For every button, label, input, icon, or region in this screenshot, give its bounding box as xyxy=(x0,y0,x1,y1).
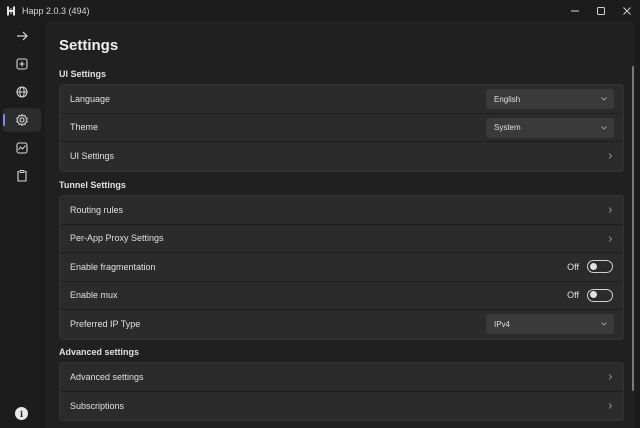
globe-icon xyxy=(16,86,28,98)
language-value: English xyxy=(494,94,521,104)
maximize-button[interactable] xyxy=(588,0,614,21)
close-icon xyxy=(623,6,631,15)
clipboard-icon xyxy=(17,170,27,182)
chevron-right-icon xyxy=(608,153,613,159)
toggle-knob xyxy=(590,262,597,270)
chevron-right-icon xyxy=(608,235,613,242)
mux-label: Enable mux xyxy=(70,290,118,301)
subscriptions-label: Subscriptions xyxy=(70,400,125,411)
mux-toggle[interactable] xyxy=(587,288,613,302)
info-button[interactable]: i xyxy=(15,407,28,420)
minimize-icon xyxy=(571,10,579,11)
theme-value: System xyxy=(494,123,521,132)
sidebar-item-settings[interactable] xyxy=(3,108,41,132)
title-bar: Happ 2.0.3 (494) xyxy=(0,0,640,21)
advanced-settings-card: Advanced settings Subscriptions xyxy=(59,362,624,421)
routing-rules-label: Routing rules xyxy=(70,204,124,215)
chevron-down-icon xyxy=(601,97,607,101)
minimize-button[interactable] xyxy=(562,0,588,21)
language-select[interactable]: English xyxy=(486,89,614,109)
advanced-settings-row[interactable]: Advanced settings xyxy=(60,363,623,392)
sidebar-item-clipboard[interactable] xyxy=(3,164,41,188)
toggle-knob xyxy=(590,291,597,298)
page-title: Settings xyxy=(59,37,119,54)
maximize-icon xyxy=(597,6,605,15)
app-window: Happ 2.0.3 (494) i Settings UI Settings … xyxy=(0,0,640,428)
advanced-settings-label: Advanced settings xyxy=(70,371,144,382)
chevron-down-icon xyxy=(601,125,607,130)
preferred-ip-select[interactable]: IPv4 xyxy=(486,314,614,334)
fragmentation-row: Enable fragmentation Off xyxy=(60,253,623,282)
fragmentation-toggle[interactable] xyxy=(587,260,613,273)
theme-row: Theme System xyxy=(60,114,623,142)
chevron-right-icon xyxy=(608,207,613,213)
routing-rules-row[interactable]: Routing rules xyxy=(60,196,623,225)
ui-settings-card: Language English Theme System UI Setting… xyxy=(59,84,624,172)
section-ui-settings: UI Settings xyxy=(59,69,107,79)
per-app-proxy-row[interactable]: Per-App Proxy Settings xyxy=(60,225,623,253)
tunnel-settings-card: Routing rules Per-App Proxy Settings Ena… xyxy=(59,195,624,340)
preferred-ip-row: Preferred IP Type IPv4 xyxy=(60,310,623,339)
mux-state: Off xyxy=(567,290,579,300)
sidebar-item-add[interactable] xyxy=(3,52,41,76)
language-label: Language xyxy=(70,93,111,104)
theme-label: Theme xyxy=(70,122,99,133)
fragmentation-toggle-group: Off xyxy=(567,260,613,273)
language-row: Language English xyxy=(60,85,623,114)
chevron-down-icon xyxy=(601,322,607,326)
ui-settings-link-label: UI Settings xyxy=(70,151,115,162)
mux-row: Enable mux Off xyxy=(60,282,623,310)
preferred-ip-value: IPv4 xyxy=(494,319,511,329)
per-app-proxy-label: Per-App Proxy Settings xyxy=(70,233,164,244)
sidebar-item-forward[interactable] xyxy=(3,24,41,48)
window-controls xyxy=(562,0,640,21)
activity-chart-icon xyxy=(16,142,28,154)
gear-icon xyxy=(15,113,29,127)
chevron-right-icon xyxy=(608,402,613,409)
info-icon: i xyxy=(19,408,24,419)
fragmentation-state: Off xyxy=(567,261,579,272)
subscriptions-row[interactable]: Subscriptions xyxy=(60,392,623,421)
chevron-right-icon xyxy=(608,374,613,380)
mux-toggle-group: Off xyxy=(567,288,613,302)
vertical-scrollbar[interactable] xyxy=(632,66,634,391)
section-advanced-settings: Advanced settings xyxy=(59,347,140,357)
settings-page: Settings UI Settings Language English Th… xyxy=(45,21,635,428)
close-button[interactable] xyxy=(614,0,640,21)
theme-select[interactable]: System xyxy=(486,117,614,138)
plus-square-icon xyxy=(16,58,28,70)
preferred-ip-label: Preferred IP Type xyxy=(70,319,141,330)
ui-settings-link-row[interactable]: UI Settings xyxy=(60,142,623,171)
active-indicator xyxy=(3,114,5,126)
sidebar-item-stats[interactable] xyxy=(3,136,41,160)
sidebar: i xyxy=(0,21,43,428)
section-tunnel-settings: Tunnel Settings xyxy=(59,180,126,190)
fragmentation-label: Enable fragmentation xyxy=(70,261,156,272)
arrow-right-icon xyxy=(17,31,28,41)
happ-logo-icon xyxy=(4,4,18,18)
window-title: Happ 2.0.3 (494) xyxy=(22,5,90,16)
sidebar-item-servers[interactable] xyxy=(3,80,41,104)
